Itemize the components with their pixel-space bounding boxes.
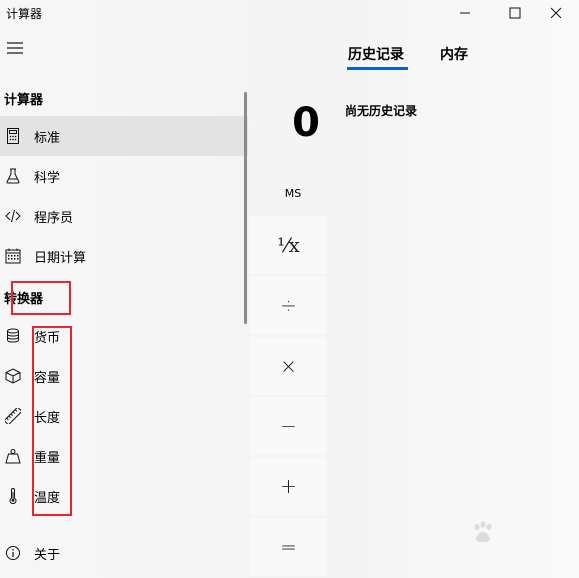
nav-item-label: 关于 [34, 548, 61, 563]
nav-item-programmer[interactable]: 程序员 [0, 196, 248, 236]
reciprocal-button[interactable]: ¹⁄x [250, 216, 327, 274]
menu-button[interactable] [0, 34, 30, 62]
equals-button[interactable]: = [250, 518, 327, 576]
nav-item-label: 标准 [34, 131, 61, 146]
nav-item-about[interactable]: 关于 [0, 533, 248, 573]
flask-icon [5, 168, 21, 184]
minimize-icon [460, 12, 470, 14]
close-icon [550, 7, 562, 19]
memory-store-button[interactable]: MS [258, 187, 328, 209]
watermark [470, 520, 575, 570]
thermometer-icon [5, 488, 21, 504]
tab-memory[interactable]: 内存 [440, 44, 468, 64]
hamburger-icon [7, 42, 23, 54]
divide-button[interactable]: ÷ [250, 276, 327, 334]
nav-item-date-calculation[interactable]: 日期计算 [0, 236, 248, 276]
calculator-section-header: 计算器 [4, 93, 44, 108]
title-bar: 计算器 [0, 0, 579, 26]
calendar-icon [5, 248, 21, 264]
minimize-button[interactable] [442, 0, 488, 26]
nav-item-label: 日期计算 [34, 251, 87, 266]
calculator-icon [5, 128, 21, 144]
calculator-window: 计算器 计算器 标准 科学 程序员 日期计算 转换器 货币 容量 长度 重量 温… [0, 0, 579, 578]
nav-item-standard[interactable]: 标准 [0, 116, 248, 156]
paw-logo-icon [474, 521, 492, 542]
maximize-icon [509, 7, 521, 19]
add-button[interactable]: + [250, 457, 327, 515]
close-button[interactable] [533, 0, 579, 26]
code-icon [5, 208, 21, 224]
maximize-button[interactable] [492, 0, 538, 26]
window-title: 计算器 [6, 7, 43, 21]
coins-icon [5, 328, 21, 344]
display-value: 0 [292, 100, 320, 146]
annotation-box-converter [11, 281, 71, 315]
cube-icon [5, 368, 21, 384]
active-tab-indicator [347, 67, 408, 70]
nav-item-label: 程序员 [34, 211, 74, 226]
info-icon [5, 545, 21, 561]
subtract-button[interactable]: − [250, 397, 327, 455]
nav-item-label: 科学 [34, 171, 61, 186]
annotation-box-converter-items [32, 326, 72, 516]
multiply-button[interactable]: × [250, 337, 327, 395]
nav-scrollbar[interactable] [244, 92, 247, 324]
nav-item-scientific[interactable]: 科学 [0, 156, 248, 196]
weight-icon [5, 448, 21, 464]
ruler-icon [5, 408, 21, 424]
tab-history[interactable]: 历史记录 [348, 44, 404, 64]
empty-history-message: 尚无历史记录 [345, 104, 418, 118]
